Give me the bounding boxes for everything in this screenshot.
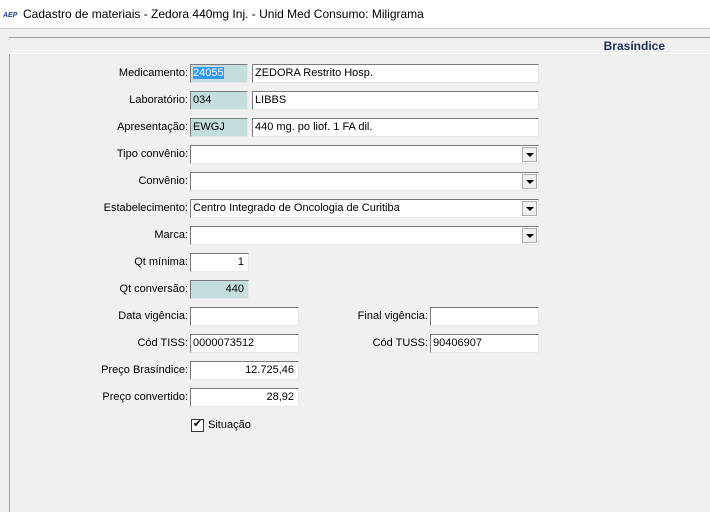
frame-left-border [9, 37, 10, 512]
apresentacao-code-field[interactable]: EWGJ [190, 118, 248, 137]
laboratorio-name-field[interactable]: LIBBS [252, 91, 539, 110]
medicamento-code-field[interactable]: 24055 [190, 64, 248, 83]
medicamento-code-value: 24055 [193, 67, 224, 79]
preco-convertido-label: Preço convertido: [102, 391, 188, 403]
cod-tuss-value: 90406907 [433, 337, 482, 349]
final-vigencia-field[interactable] [430, 307, 539, 326]
apresentacao-label: Apresentação: [117, 121, 188, 133]
medicamento-label: Medicamento: [118, 67, 188, 79]
preco-brasindice-value: 12.725,46 [245, 364, 294, 376]
situacao-checkbox[interactable]: ✔ [191, 418, 204, 432]
cod-tiss-field[interactable]: 0000073512 [190, 334, 299, 353]
situacao-label: Situação [208, 419, 251, 431]
apresentacao-name-value: 440 mg. po liof. 1 FA dil. [255, 121, 373, 133]
laboratorio-label: Laboratório: [129, 94, 188, 106]
preco-brasindice-field[interactable]: 12.725,46 [190, 361, 299, 380]
medicamento-name-field[interactable]: ZEDORA Restrito Hosp. [252, 64, 539, 83]
qt-minima-value: 1 [237, 256, 244, 268]
apresentacao-code-value: EWGJ [193, 121, 225, 133]
checkmark-icon: ✔ [192, 418, 203, 430]
final-vigencia-label: Final vigência: [357, 310, 428, 322]
qt-conversao-value: 440 [225, 283, 244, 295]
estabelecimento-select[interactable]: Centro Integrado de Oncologia de Curitib… [190, 199, 539, 218]
marca-select[interactable] [190, 226, 539, 245]
chevron-down-icon[interactable] [522, 147, 537, 162]
estabelecimento-value: Centro Integrado de Oncologia de Curitib… [193, 202, 400, 214]
chevron-down-icon[interactable] [522, 174, 537, 189]
convenio-select[interactable] [190, 172, 539, 191]
chevron-down-icon[interactable] [522, 201, 537, 216]
convenio-label: Convênio: [138, 175, 188, 187]
marca-label: Marca: [154, 229, 188, 241]
tipo-convenio-select[interactable] [190, 145, 539, 164]
window-title: Cadastro de materiais - Zedora 440mg Inj… [23, 7, 424, 21]
laboratorio-code-value: 034 [193, 94, 212, 106]
qt-conversao-label: Qt conversão: [119, 283, 188, 295]
preco-convertido-field[interactable]: 28,92 [190, 388, 299, 407]
medicamento-name-value: ZEDORA Restrito Hosp. [255, 67, 373, 79]
cod-tiss-value: 0000073512 [193, 337, 255, 349]
preco-convertido-value: 28,92 [266, 391, 294, 403]
estabelecimento-label: Estabelecimento: [103, 202, 188, 214]
cod-tiss-label: Cód TISS: [137, 337, 188, 349]
preco-brasindice-label: Preço Brasíndice: [101, 364, 188, 376]
laboratorio-name-value: LIBBS [255, 94, 287, 106]
section-header: Brasíndice [9, 37, 710, 54]
section-title: Brasíndice [603, 39, 665, 53]
app-icon: AEP [3, 12, 18, 19]
data-vigencia-field[interactable] [190, 307, 299, 326]
qt-minima-label: Qt mínima: [134, 256, 188, 268]
tipo-convenio-label: Tipo convênio: [116, 148, 188, 160]
laboratorio-code-field[interactable]: 034 [190, 91, 248, 110]
cod-tuss-field[interactable]: 90406907 [430, 334, 539, 353]
chevron-down-icon[interactable] [522, 228, 537, 243]
qt-conversao-field[interactable]: 440 [190, 280, 249, 299]
cod-tuss-label: Cód TUSS: [372, 337, 428, 349]
apresentacao-name-field[interactable]: 440 mg. po liof. 1 FA dil. [252, 118, 539, 137]
qt-minima-field[interactable]: 1 [190, 253, 249, 272]
svg-text:AEP: AEP [3, 12, 18, 19]
data-vigencia-label: Data vigência: [118, 310, 188, 322]
title-bar: AEP Cadastro de materiais - Zedora 440mg… [0, 0, 710, 29]
